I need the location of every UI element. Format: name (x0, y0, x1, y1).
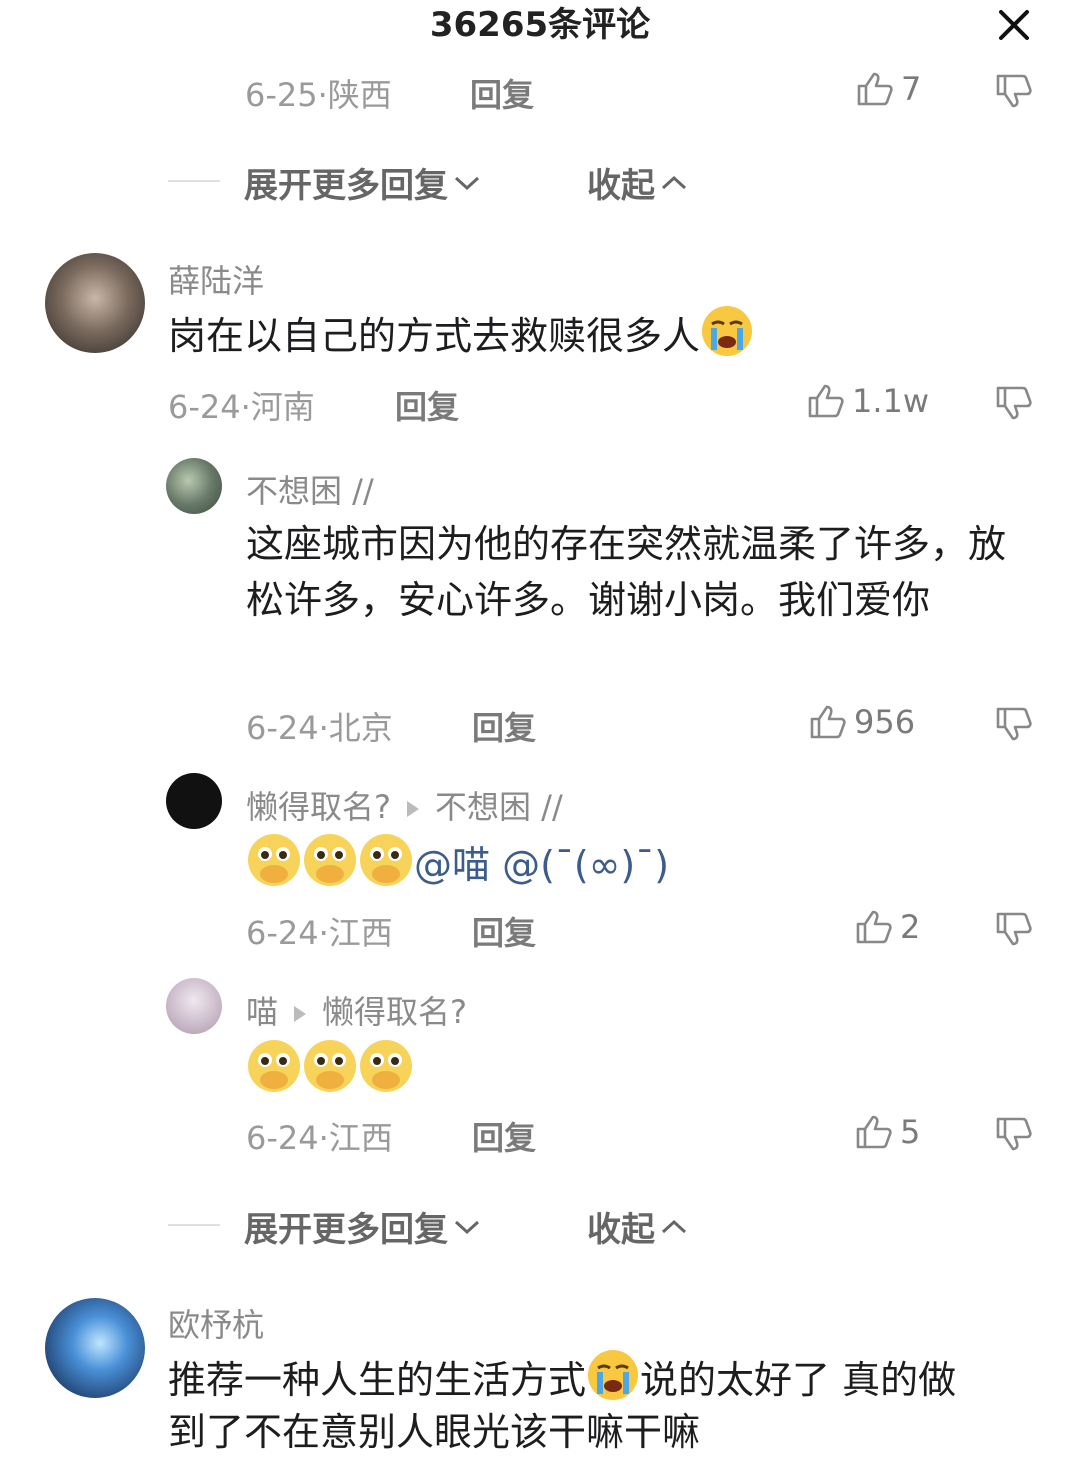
comment-text: 岗在以自己的方式去救赎很多人 (168, 304, 754, 373)
collapse-button[interactable]: 收起 (587, 1202, 689, 1251)
like-count: 2 (900, 908, 921, 946)
expand-more-label: 展开更多回复 (244, 166, 448, 206)
username[interactable]: 欧杼杭 (168, 1300, 264, 1346)
reply-date: 6-25·陕西 (245, 76, 392, 114)
reply-arrow-icon (294, 1006, 307, 1022)
thumbs-down-icon[interactable] (994, 910, 1034, 948)
like-count: 1.1w (852, 382, 930, 420)
like-button[interactable]: 2 (854, 908, 920, 946)
avatar[interactable] (45, 1298, 145, 1398)
reply-target-username[interactable]: 不想困 // (435, 788, 563, 826)
reply-text (246, 1038, 414, 1109)
thumbs-up-icon (854, 1113, 894, 1151)
reply-date: 6-24·江西 (246, 914, 393, 952)
chevron-down-icon (452, 173, 482, 193)
like-button[interactable]: 1.1w (806, 382, 929, 420)
expand-more-label: 展开更多回复 (244, 1210, 448, 1250)
crying-emoji-icon (700, 304, 754, 373)
shy-emoji-icon (302, 832, 358, 903)
shy-emoji-icon (246, 832, 302, 903)
thumbs-down-icon[interactable] (994, 384, 1034, 422)
username[interactable]: 不想困 // (246, 466, 374, 512)
reply-date: 6-24·北京 (246, 709, 393, 747)
username[interactable]: 薛陆洋 (168, 256, 264, 302)
username[interactable]: 懒得取名? (246, 788, 391, 826)
thumbs-up-icon (806, 382, 846, 420)
thumbs-down-icon[interactable] (994, 705, 1034, 743)
collapse-label: 收起 (587, 1210, 655, 1250)
reply-button[interactable]: 回复 (395, 382, 459, 428)
avatar[interactable] (166, 978, 222, 1034)
divider (168, 1224, 220, 1226)
username[interactable]: 喵 (246, 993, 278, 1031)
comment-text-content: 岗在以自己的方式去救赎很多人 (168, 314, 701, 358)
thumbs-up-icon (854, 908, 894, 946)
like-button[interactable]: 956 (808, 703, 915, 741)
shy-emoji-icon (302, 1038, 358, 1109)
avatar[interactable] (166, 458, 222, 514)
reply-button[interactable]: 回复 (472, 1113, 536, 1159)
thumbs-up-icon (855, 70, 895, 108)
thumbs-down-icon[interactable] (994, 72, 1034, 110)
like-count: 956 (854, 703, 916, 741)
like-count: 5 (900, 1113, 921, 1151)
reply-date: 6-24·江西 (246, 1119, 393, 1157)
avatar[interactable] (45, 253, 145, 353)
reply-target-username[interactable]: 懒得取名? (322, 993, 467, 1031)
shy-emoji-icon (358, 832, 414, 903)
like-count: 7 (901, 70, 922, 108)
like-button[interactable]: 7 (855, 70, 921, 108)
collapse-button[interactable]: 收起 (587, 158, 689, 207)
thumbs-down-icon[interactable] (994, 1115, 1034, 1153)
reply-button[interactable]: 回复 (470, 70, 534, 116)
like-button[interactable]: 5 (854, 1113, 920, 1151)
expand-more-button[interactable]: 展开更多回复 (244, 158, 482, 207)
reply-text: 这座城市因为他的存在突然就温柔了许多，放松许多，安心许多。谢谢小岗。我们爱你 (246, 522, 1007, 622)
reply-arrow-icon (407, 801, 419, 817)
reply-header: 喵 懒得取名? (246, 987, 467, 1033)
page-title: 36265条评论 (429, 5, 651, 45)
comment-text-part: 推荐一种人生的生活方式 (168, 1358, 587, 1402)
shy-emoji-icon (358, 1038, 414, 1109)
reply-button[interactable]: 回复 (472, 908, 536, 954)
reply-text: @喵 @(ˉ(∞)ˉ) (246, 832, 669, 903)
expand-more-button[interactable]: 展开更多回复 (244, 1202, 482, 1251)
comment-date: 6-24·河南 (168, 388, 315, 426)
reply-button[interactable]: 回复 (472, 703, 536, 749)
chevron-up-icon (659, 173, 689, 193)
close-icon[interactable] (995, 6, 1033, 44)
collapse-label: 收起 (587, 166, 655, 206)
avatar[interactable] (166, 773, 222, 829)
chevron-down-icon (452, 1217, 482, 1237)
chevron-up-icon (659, 1217, 689, 1237)
thumbs-up-icon (808, 703, 848, 741)
comment-text-part: 说的太好了 真的做 (640, 1358, 957, 1402)
shy-emoji-icon (246, 1038, 302, 1109)
divider (168, 180, 220, 182)
reply-header: 懒得取名? 不想困 // (246, 782, 563, 828)
mention-link[interactable]: @喵 @(ˉ(∞)ˉ) (414, 843, 669, 887)
